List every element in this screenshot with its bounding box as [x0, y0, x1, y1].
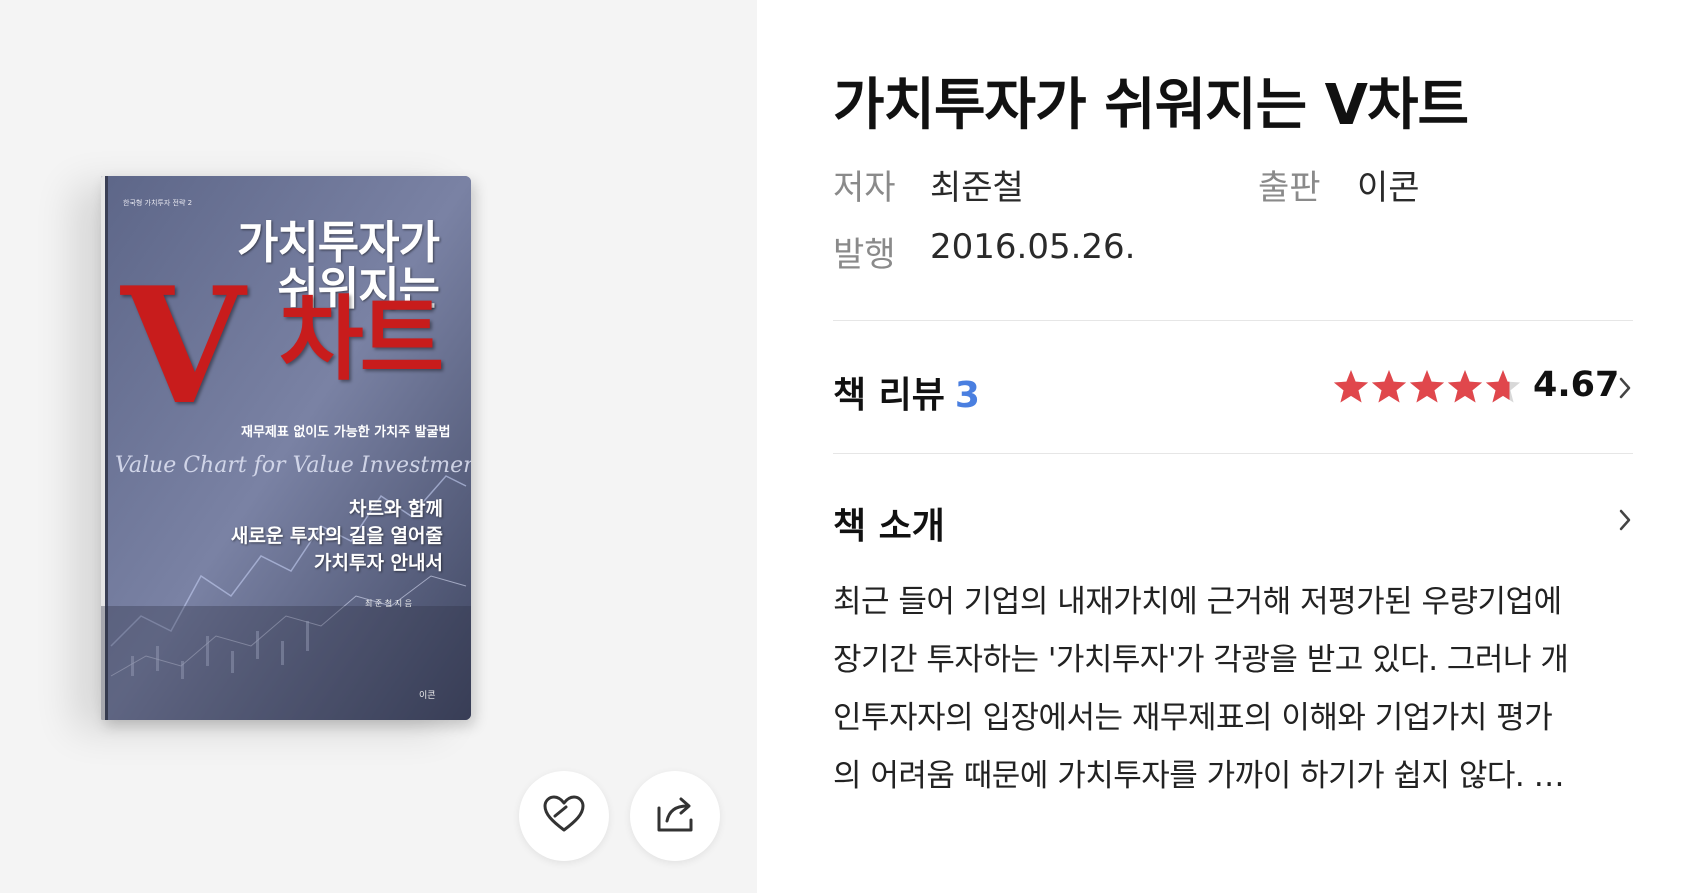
- star-filled-icon: [1447, 370, 1483, 403]
- book-title: 가치투자가 쉬워지는 V차트: [833, 73, 1469, 138]
- cover-subtitle: 재무제표 없이도 가능한 가치주 발굴법: [241, 425, 451, 440]
- divider: [833, 453, 1633, 454]
- publisher-value[interactable]: 이콘: [1357, 160, 1420, 209]
- rating-value: 4.67: [1533, 365, 1620, 405]
- cover-title-chart: 차트: [279, 286, 444, 393]
- share-button[interactable]: [630, 771, 720, 861]
- cover-tagline: 차트와 함께 새로운 투자의 길을 열어줄 가치투자 안내서: [231, 496, 443, 577]
- heart-icon: [542, 794, 586, 838]
- intro-line: 의 어려움 때문에 가치투자를 가까이 하기가 쉽지 않다. …: [833, 758, 1565, 794]
- intro-text: 최근 들어 기업의 내재가치에 근거해 저평가된 우량기업에 장기간 투자하는 …: [833, 573, 1638, 805]
- review-heading: 책 리뷰 3: [833, 366, 980, 418]
- review-chevron-right-icon[interactable]: [1618, 376, 1632, 404]
- published-label: 발행: [833, 235, 896, 275]
- book-cover-image[interactable]: 한국형 가치투자 전략 2 가치투자가 쉬워지는 V 차트 재무제표 없이도 가…: [101, 176, 471, 720]
- intro-chevron-right-icon[interactable]: [1618, 508, 1632, 536]
- intro-line: 장기간 투자하는 '가치투자'가 각광을 받고 있다. 그러나 개: [833, 642, 1569, 678]
- rating-stars: [1333, 370, 1521, 403]
- book-cover-panel: 한국형 가치투자 전략 2 가치투자가 쉬워지는 V 차트 재무제표 없이도 가…: [0, 0, 757, 893]
- review-heading-label: 책 리뷰: [833, 375, 945, 416]
- published-date: 2016.05.26.: [930, 227, 1136, 267]
- author-value[interactable]: 최준철: [930, 160, 1024, 209]
- cover-english-title: Value Chart for Value Investment: [115, 453, 471, 478]
- cover-title-v: V: [121, 252, 246, 440]
- share-icon: [653, 794, 697, 838]
- divider: [833, 320, 1633, 321]
- cover-author-credit: 최 준 철 지 음: [365, 599, 412, 608]
- cover-series-label: 한국형 가치투자 전략 2: [123, 199, 193, 207]
- cover-tagline-line: 가치투자 안내서: [314, 552, 443, 574]
- star-filled-icon: [1371, 370, 1407, 403]
- publisher-label: 출판: [1258, 168, 1321, 208]
- cover-tagline-line: 차트와 함께: [348, 498, 443, 520]
- author-label: 저자: [833, 168, 896, 208]
- intro-line: 인투자자의 입장에서는 재무제표의 이해와 기업가치 평가: [833, 700, 1553, 736]
- intro-line: 최근 들어 기업의 내재가치에 근거해 저평가된 우량기업에: [833, 584, 1562, 620]
- review-count: 3: [954, 375, 980, 416]
- star-filled-icon: [1409, 370, 1445, 403]
- star-filled-icon: [1333, 370, 1369, 403]
- like-button[interactable]: [519, 771, 609, 861]
- intro-heading: 책 소개: [833, 506, 945, 547]
- cover-tagline-line: 새로운 투자의 길을 열어줄: [230, 525, 443, 547]
- cover-publisher: 이콘: [419, 691, 436, 701]
